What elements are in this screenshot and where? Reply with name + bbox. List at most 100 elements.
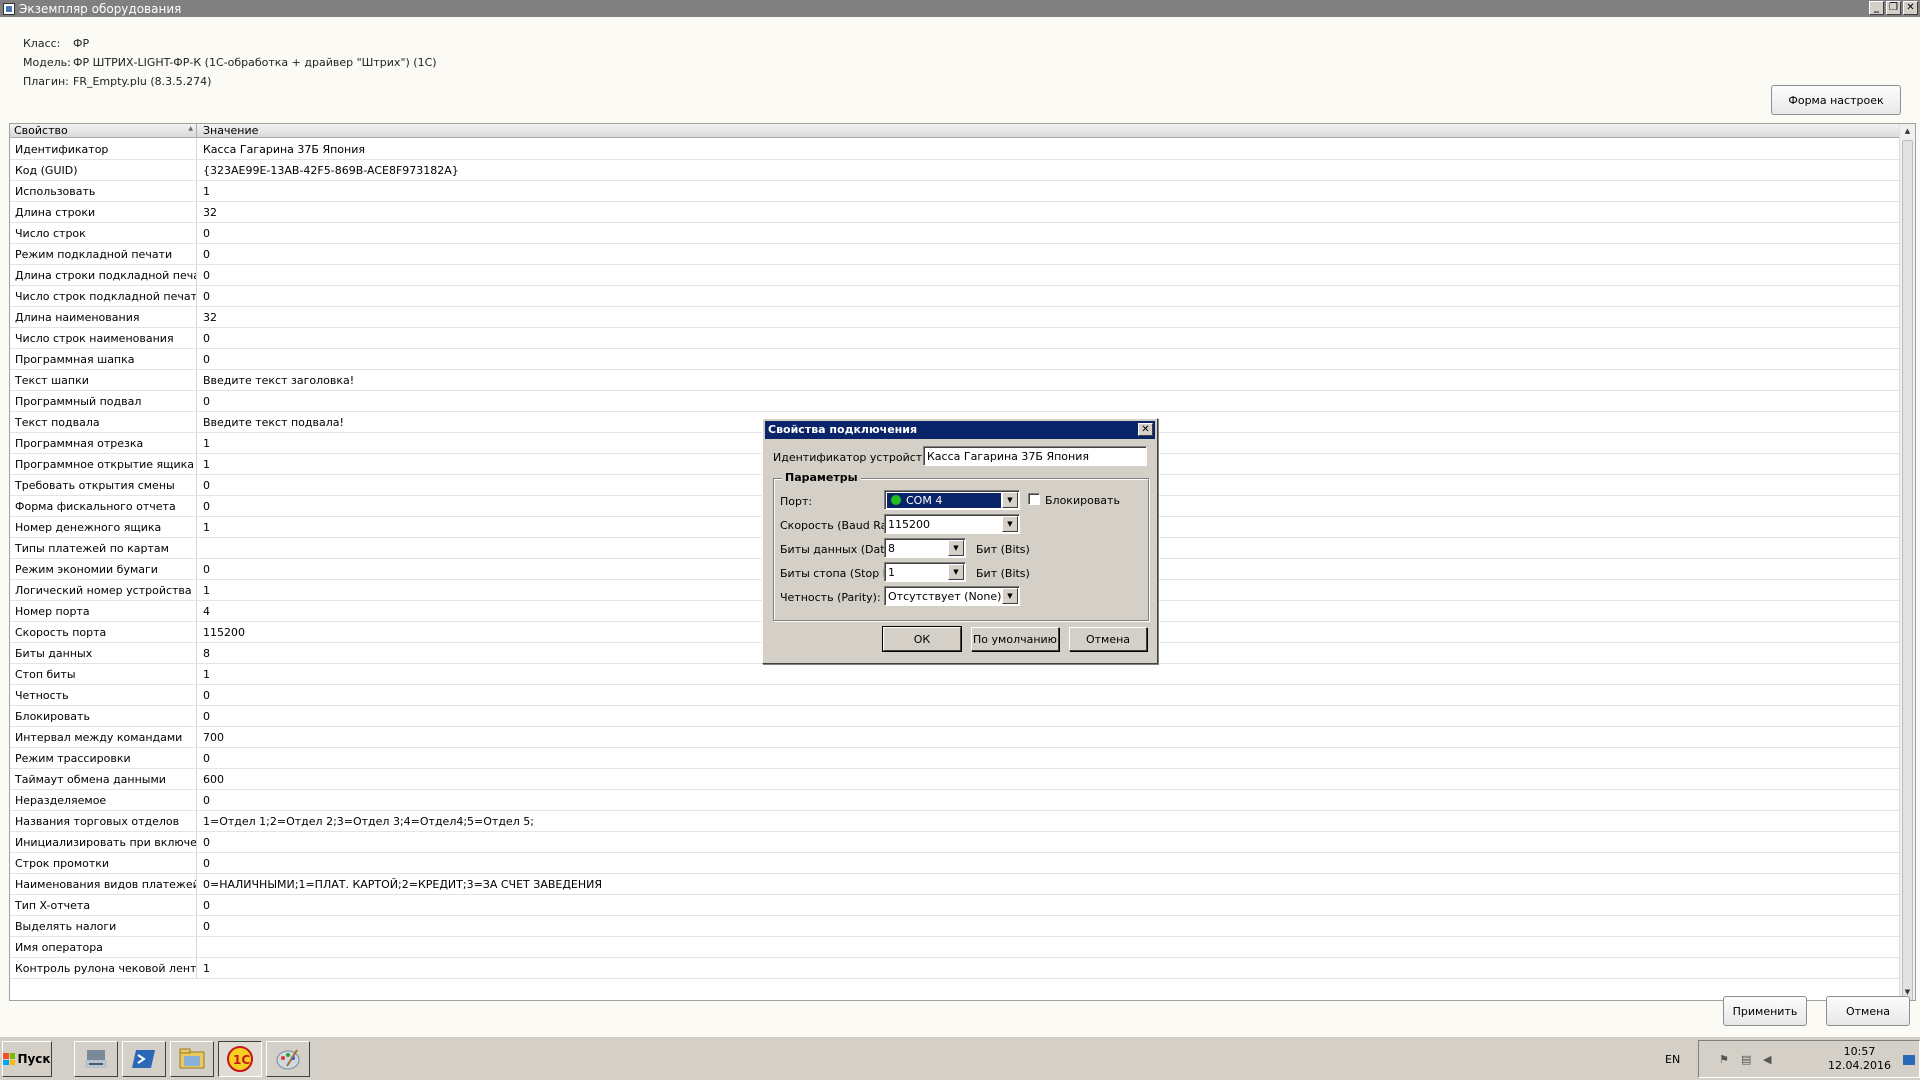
dialog-titlebar[interactable]: Свойства подключения ✕ (765, 421, 1155, 439)
table-row[interactable]: Идентификатор Касса Гагарина 37Б Япония (10, 139, 1899, 160)
chevron-down-icon[interactable]: ▼ (1002, 516, 1018, 532)
table-row[interactable]: Число строк 0 (10, 223, 1899, 244)
language-indicator[interactable]: EN (1665, 1053, 1680, 1066)
table-row[interactable]: Инициализировать при включении0 (10, 832, 1899, 853)
window-controls: _ ❐ ✕ (1869, 1, 1918, 15)
restore-button[interactable]: ❐ (1886, 1, 1901, 15)
property-value-cell[interactable]: 1 (197, 181, 1899, 201)
table-row[interactable]: Выделять налоги 0 (10, 916, 1899, 937)
property-value-cell[interactable]: 0 (197, 748, 1899, 768)
dialog-ok-button[interactable]: ОК (882, 626, 962, 652)
parity-select[interactable]: Отсутствует (None) ▼ (884, 586, 1020, 606)
property-value-cell[interactable]: Введите текст заголовка! (197, 370, 1899, 390)
volume-muted-icon[interactable]: ◀ (1763, 1053, 1777, 1067)
chevron-down-icon[interactable]: ▼ (948, 540, 964, 556)
table-row[interactable]: Интервал между командами 700 (10, 727, 1899, 748)
device-id-input[interactable]: Касса Гагарина 37Б Япония (923, 446, 1147, 466)
chevron-down-icon[interactable]: ▼ (1002, 492, 1018, 508)
column-header-value[interactable]: Значение (197, 124, 1915, 137)
grid-scrollbar[interactable]: ▲ ▼ (1899, 124, 1915, 1000)
property-value-cell[interactable]: 700 (197, 727, 1899, 747)
table-row[interactable]: Длина строки 32 (10, 202, 1899, 223)
property-value-cell[interactable]: 0=НАЛИЧНЫМИ;1=ПЛАТ. КАРТОЙ;2=КРЕДИТ;3=ЗА… (197, 874, 1899, 894)
dialog-cancel-button[interactable]: Отмена (1069, 627, 1147, 651)
dialog-default-button[interactable]: По умолчанию (971, 627, 1059, 651)
table-row[interactable]: Имя оператора (10, 937, 1899, 958)
property-value-cell[interactable]: 0 (197, 223, 1899, 243)
chevron-down-icon[interactable]: ▼ (948, 564, 964, 580)
network-icon[interactable]: ▤ (1741, 1053, 1755, 1067)
port-select[interactable]: COM 4 ▼ (884, 490, 1020, 510)
server-manager-icon[interactable] (74, 1041, 118, 1077)
property-value-cell[interactable] (197, 937, 1899, 957)
property-value-cell[interactable]: 32 (197, 307, 1899, 327)
paint-icon[interactable] (266, 1041, 310, 1077)
table-row[interactable]: Режим трассировки 0 (10, 748, 1899, 769)
property-value-cell[interactable]: 32 (197, 202, 1899, 222)
property-value-cell[interactable]: 1=Отдел 1;2=Отдел 2;3=Отдел 3;4=Отдел4;5… (197, 811, 1899, 831)
table-row[interactable]: Контроль рулона чековой ленты 1 (10, 958, 1899, 979)
table-row[interactable]: Текст шапки Введите текст заголовка! (10, 370, 1899, 391)
table-row[interactable]: Таймаут обмена данными 600 (10, 769, 1899, 790)
scroll-thumb[interactable] (1902, 140, 1913, 1000)
table-row[interactable]: Наименования видов платежей 0=НАЛИЧНЫМИ;1… (10, 874, 1899, 895)
minimize-button[interactable]: _ (1869, 1, 1884, 15)
start-button[interactable]: Пуск (2, 1041, 52, 1077)
property-value-cell[interactable]: {323AE99E-13AB-42F5-869B-ACE8F973182A} (197, 160, 1899, 180)
property-value-cell[interactable]: 0 (197, 244, 1899, 264)
table-row[interactable]: Использовать 1 (10, 181, 1899, 202)
property-value-cell[interactable]: 0 (197, 328, 1899, 348)
property-value-cell[interactable]: 0 (197, 853, 1899, 873)
table-row[interactable]: Блокировать 0 (10, 706, 1899, 727)
flag-icon[interactable]: ⚑ (1719, 1053, 1733, 1067)
block-checkbox[interactable] (1028, 493, 1040, 505)
property-value-cell[interactable]: 0 (197, 790, 1899, 810)
stopbits-select[interactable]: 1 ▼ (884, 562, 966, 582)
table-row[interactable]: Число строк наименования 0 (10, 328, 1899, 349)
property-value-cell[interactable]: 0 (197, 685, 1899, 705)
property-value-cell[interactable]: 1 (197, 664, 1899, 684)
apply-button[interactable]: Применить (1723, 996, 1807, 1026)
property-value-cell[interactable]: 0 (197, 916, 1899, 936)
table-row[interactable]: Неразделяемое 0 (10, 790, 1899, 811)
1c-icon[interactable]: 1С (218, 1041, 262, 1077)
table-row[interactable]: Программный подвал 0 (10, 391, 1899, 412)
baud-select[interactable]: 115200 ▼ (884, 514, 1020, 534)
property-value-cell[interactable]: 0 (197, 286, 1899, 306)
property-value-cell[interactable]: Касса Гагарина 37Б Япония (197, 139, 1899, 159)
chevron-down-icon[interactable]: ▼ (1002, 588, 1018, 604)
table-row[interactable]: Тип X-отчета 0 (10, 895, 1899, 916)
table-row[interactable]: Строк промотки 0 (10, 853, 1899, 874)
close-button[interactable]: ✕ (1903, 1, 1918, 15)
property-name-cell: Длина строки подкладной печати (10, 265, 197, 285)
table-row[interactable]: Названия торговых отделов 1=Отдел 1;2=Отд… (10, 811, 1899, 832)
property-value-cell[interactable]: 0 (197, 706, 1899, 726)
table-row[interactable]: Число строк подкладной печати 0 (10, 286, 1899, 307)
property-value-cell[interactable]: 0 (197, 391, 1899, 411)
cancel-button[interactable]: Отмена (1826, 996, 1910, 1026)
property-value-cell[interactable]: 600 (197, 769, 1899, 789)
property-name-cell: Номер денежного ящика (10, 517, 197, 537)
column-header-property[interactable]: Свойство (10, 124, 197, 137)
window-titlebar[interactable]: Экземпляр оборудования _ ❐ ✕ (0, 0, 1920, 17)
explorer-icon[interactable] (170, 1041, 214, 1077)
powershell-icon[interactable] (122, 1041, 166, 1077)
property-value-cell[interactable]: 0 (197, 265, 1899, 285)
property-value-cell[interactable]: 0 (197, 895, 1899, 915)
table-row[interactable]: Четность 0 (10, 685, 1899, 706)
table-row[interactable]: Код (GUID) {323AE99E-13AB-42F5-869B-ACE8F… (10, 160, 1899, 181)
table-row[interactable]: Стоп биты 1 (10, 664, 1899, 685)
table-row[interactable]: Длина наименования 32 (10, 307, 1899, 328)
dialog-close-button[interactable]: ✕ (1138, 423, 1153, 436)
table-row[interactable]: Длина строки подкладной печати 0 (10, 265, 1899, 286)
show-desktop-icon[interactable] (1903, 1055, 1915, 1065)
table-row[interactable]: Режим подкладной печати 0 (10, 244, 1899, 265)
clock[interactable]: 10:57 12.04.2016 (1828, 1045, 1891, 1073)
property-value-cell[interactable]: 1 (197, 958, 1899, 978)
property-value-cell[interactable]: 0 (197, 832, 1899, 852)
scroll-up-arrow-icon[interactable]: ▲ (1900, 124, 1915, 139)
settings-form-button[interactable]: Форма настроек (1771, 85, 1901, 115)
databits-select[interactable]: 8 ▼ (884, 538, 966, 558)
property-value-cell[interactable]: 0 (197, 349, 1899, 369)
table-row[interactable]: Программная шапка 0 (10, 349, 1899, 370)
